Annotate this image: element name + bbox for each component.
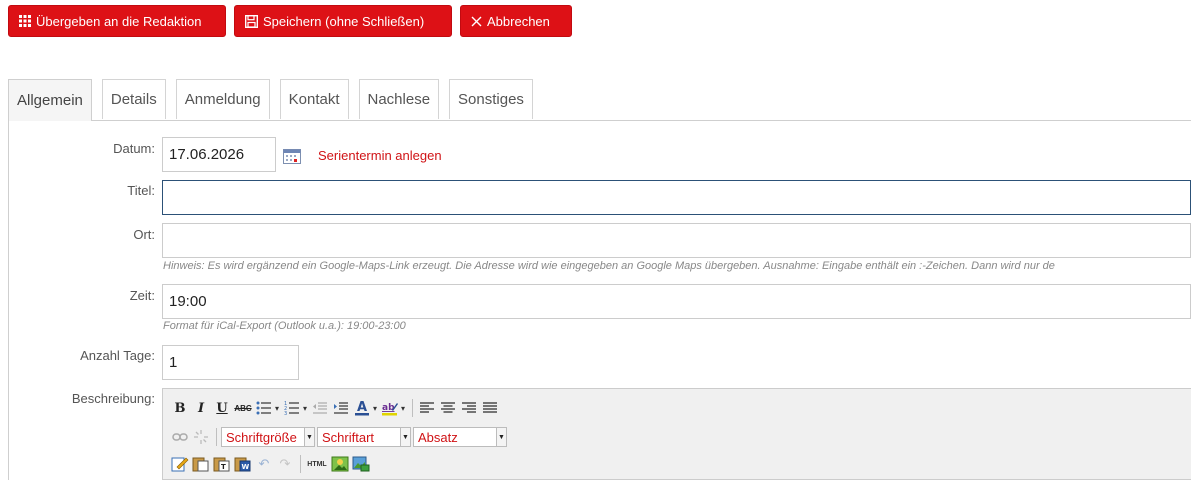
- calendar-icon[interactable]: [283, 148, 301, 164]
- chevron-down-icon[interactable]: ▾: [275, 404, 279, 413]
- series-event-link[interactable]: Serientermin anlegen: [318, 148, 442, 163]
- submit-button-label: Übergeben an die Redaktion: [36, 13, 202, 29]
- beschreibung-label: Beschreibung:: [71, 391, 155, 406]
- save-button-label: Speichern (ohne Schließen): [263, 13, 425, 29]
- anzahl-tage-label: Anzahl Tage:: [80, 348, 155, 363]
- tab-allgemein[interactable]: Allgemein: [8, 79, 92, 121]
- bold-icon[interactable]: B: [170, 398, 190, 418]
- svg-text:ab: ab: [382, 403, 395, 413]
- tab-nachlese[interactable]: Nachlese: [358, 79, 440, 119]
- outdent-icon[interactable]: [310, 398, 330, 418]
- rich-text-editor: B I U ABC ▾ 123 ▾ A ▾ ab ▾ Schriftgröße …: [162, 388, 1191, 480]
- ort-label: Ort:: [133, 227, 155, 242]
- zeit-hint: Format für iCal-Export (Outlook u.a.): 1…: [163, 320, 406, 332]
- font-size-select[interactable]: Schriftgröße: [221, 427, 305, 447]
- strikethrough-icon[interactable]: ABC: [233, 398, 253, 418]
- format-select[interactable]: Absatz: [413, 427, 497, 447]
- close-icon: [471, 16, 482, 27]
- chevron-down-icon[interactable]: ▼: [305, 427, 315, 447]
- link-icon[interactable]: [170, 427, 190, 447]
- redo-icon[interactable]: ↷: [275, 454, 295, 474]
- editor-toolbar-row-3: T W ↶ ↷ HTML: [170, 454, 372, 474]
- tab-details[interactable]: Details: [101, 79, 166, 119]
- cancel-button[interactable]: Abbrechen: [460, 5, 572, 37]
- bullet-list-icon[interactable]: [254, 398, 274, 418]
- html-source-icon[interactable]: HTML: [305, 454, 329, 474]
- floppy-disk-icon: [245, 14, 258, 28]
- grid-icon: [19, 15, 31, 27]
- toolbar-separator: [216, 428, 217, 446]
- indent-icon[interactable]: [331, 398, 351, 418]
- insert-image-icon[interactable]: [330, 454, 350, 474]
- chevron-down-icon[interactable]: ▾: [303, 404, 307, 413]
- titel-field[interactable]: [162, 180, 1191, 215]
- svg-text:3: 3: [284, 411, 287, 415]
- paste-text-icon[interactable]: T: [212, 454, 232, 474]
- cancel-button-label: Abbrechen: [487, 13, 550, 29]
- chevron-down-icon[interactable]: ▾: [373, 404, 377, 413]
- image-manager-icon[interactable]: [351, 454, 371, 474]
- chevron-down-icon[interactable]: ▾: [401, 404, 405, 413]
- underline-icon[interactable]: U: [212, 398, 232, 418]
- chevron-down-icon[interactable]: ▼: [401, 427, 411, 447]
- paste-icon[interactable]: [191, 454, 211, 474]
- font-family-select[interactable]: Schriftart: [317, 427, 401, 447]
- submit-to-editorial-button[interactable]: Übergeben an die Redaktion: [8, 5, 226, 37]
- action-toolbar: Übergeben an die Redaktion Speichern (oh…: [8, 5, 572, 37]
- zeit-label: Zeit:: [129, 288, 155, 303]
- editor-toolbar-row-1: B I U ABC ▾ 123 ▾ A ▾ ab ▾: [170, 398, 501, 418]
- align-center-icon[interactable]: [438, 398, 458, 418]
- editor-toolbar-row-2: Schriftgröße ▼ Schriftart ▼ Absatz ▼: [170, 427, 509, 447]
- toolbar-separator: [412, 399, 414, 417]
- unlink-icon[interactable]: [191, 427, 211, 447]
- italic-icon[interactable]: I: [191, 398, 211, 418]
- zeit-field[interactable]: 19:00: [162, 284, 1191, 319]
- align-right-icon[interactable]: [459, 398, 479, 418]
- paste-word-icon[interactable]: W: [233, 454, 253, 474]
- text-color-icon[interactable]: A: [352, 398, 372, 418]
- align-left-icon[interactable]: [417, 398, 437, 418]
- align-justify-icon[interactable]: [480, 398, 500, 418]
- svg-text:W: W: [242, 463, 250, 471]
- ort-hint: Hinweis: Es wird ergänzend ein Google-Ma…: [163, 260, 1055, 272]
- save-without-close-button[interactable]: Speichern (ohne Schließen): [234, 5, 452, 37]
- ort-field[interactable]: [162, 223, 1191, 258]
- tab-anmeldung[interactable]: Anmeldung: [175, 79, 270, 119]
- numbered-list-icon[interactable]: 123: [282, 398, 302, 418]
- tab-divider: [8, 120, 1191, 121]
- datum-label: Datum:: [113, 141, 155, 156]
- svg-text:T: T: [221, 463, 226, 471]
- tab-kontakt[interactable]: Kontakt: [279, 79, 349, 119]
- datum-field[interactable]: 17.06.2026: [162, 137, 276, 172]
- highlight-color-icon[interactable]: ab: [380, 398, 400, 418]
- tab-sonstiges[interactable]: Sonstiges: [449, 79, 533, 119]
- edit-icon[interactable]: [170, 454, 190, 474]
- chevron-down-icon[interactable]: ▼: [497, 427, 507, 447]
- svg-text:A: A: [357, 400, 367, 415]
- anzahl-tage-field[interactable]: 1: [162, 345, 299, 380]
- tab-bar: Allgemein Details Anmeldung Kontakt Nach…: [8, 79, 543, 121]
- undo-icon[interactable]: ↶: [254, 454, 274, 474]
- toolbar-separator: [300, 455, 301, 473]
- titel-label: Titel:: [127, 183, 155, 198]
